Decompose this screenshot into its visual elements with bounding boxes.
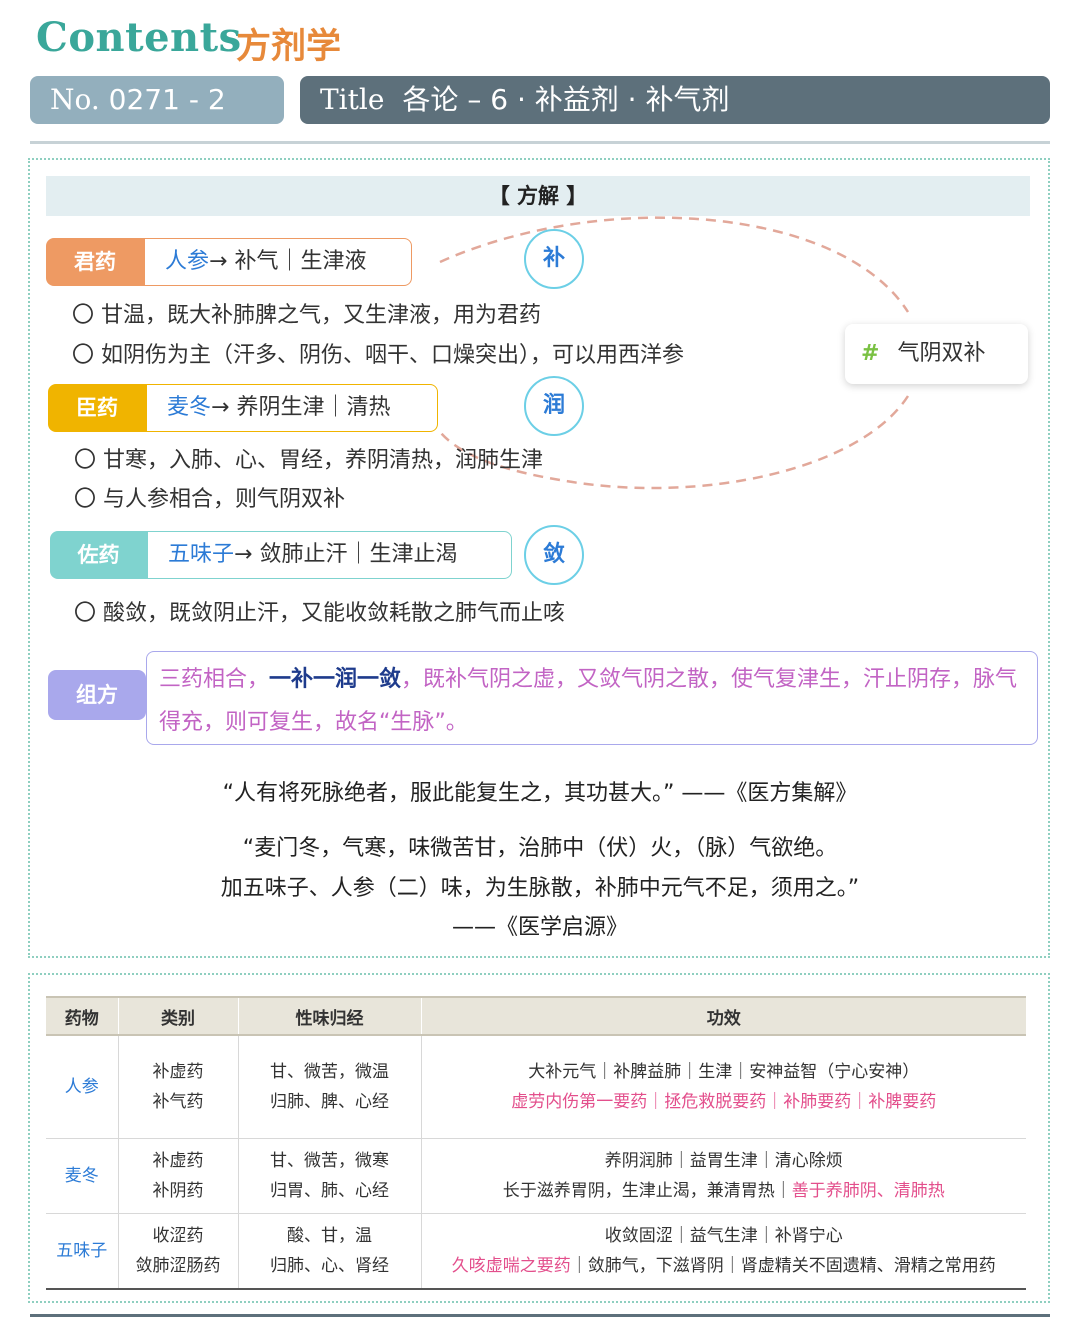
nature-line: 酸、甘，温 <box>287 1226 372 1246</box>
circle-lian: 敛 <box>524 525 584 585</box>
col-header-category: 类别 <box>118 996 239 1036</box>
quote-yixue-line2: 加五味子、人参（二）味，为生脉散，补肺中元气不足，须用之。” <box>220 876 860 901</box>
table-row: 五味子 收涩药敛肺涩肠药 酸、甘，温归肺、心、肾经 收敛固涩｜益气生津｜补肾宁心… <box>46 1213 1026 1290</box>
nature-cell: 酸、甘，温归肺、心、肾经 <box>238 1213 422 1290</box>
qi-yin-effect-box: # 气阴双补 <box>845 324 1028 384</box>
zuo-herb: 五味子 <box>168 542 235 567</box>
category-line: 补虚药 <box>152 1151 204 1171</box>
effect-line: 养阴润肺｜益胃生津｜清心除烦 <box>604 1151 843 1171</box>
circle-bu: 补 <box>524 229 584 289</box>
formula-tag: 组方 <box>48 670 146 720</box>
category-line: 补气药 <box>152 1092 204 1112</box>
category-cell: 补虚药 补气药 <box>118 1035 239 1139</box>
zuo-pill: 五味子→ 敛肺止汗｜生津止渴 <box>147 531 512 579</box>
chen-pill: 麦冬→ 养阴生津｜清热 <box>146 384 438 432</box>
jun-line-1: 〇 甘温，既大补肺脾之气，又生津液，用为君药 <box>72 303 541 328</box>
zuo-tag: 佐药 <box>50 531 147 579</box>
effect-rest: ｜敛肺气，下滋肾阴｜肾虚精关不固遗精、滑精之常用药 <box>570 1256 996 1276</box>
quote-yixue-line1: “麦门冬，气寒，味微苦甘，治肺中（伏）火，（脉）气欲绝。 <box>242 836 838 861</box>
quote-yixue-source: ——《医学启源》 <box>451 915 628 940</box>
effect-line: 长于滋养胃阴，生津止渴，兼清胃热｜善于养肺阴、清肺热 <box>423 1176 1026 1206</box>
effect-cell: 养阴润肺｜益胃生津｜清心除烦长于滋养胃阴，生津止渴，兼清胃热｜善于养肺阴、清肺热 <box>421 1138 1026 1214</box>
col-header-herb: 药物 <box>46 996 119 1036</box>
circle-run: 润 <box>524 376 584 436</box>
jun-line-2: 〇 如阴伤为主（汗多、阴伤、咽干、口燥突出），可以用西洋参 <box>72 343 684 368</box>
effect-highlight: 久咳虚喘之要药 <box>451 1256 571 1276</box>
formula-box: 三药相合，一补一润一敛，既补气阴之虚，又敛气阴之散，使气复津生，汗止阴存，脉气得… <box>146 651 1038 745</box>
zuo-effect: → 敛肺止汗｜生津止渴 <box>234 542 458 567</box>
nature-line: 甘、微苦，微温 <box>270 1062 389 1082</box>
herb-cell: 人参 <box>46 1035 119 1139</box>
nature-cell: 甘、微苦，微温 归肺、脾、心经 <box>238 1035 422 1139</box>
effect-highlight: 虚劳内伤第一要药｜拯危救脱要药｜补肺要药｜补脾要药 <box>511 1092 937 1112</box>
chen-line-2: 〇 与人参相合，则气阴双补 <box>74 487 345 512</box>
jun-tag: 君药 <box>46 238 144 286</box>
chen-line-1: 〇 甘寒，入肺、心、胃经，养阴清热，润肺生津 <box>74 448 543 473</box>
zuo-line-1: 〇 酸敛，既敛阴止汗，又能收敛耗散之肺气而止咳 <box>74 601 565 626</box>
effect-line: 收敛固涩｜益气生津｜补肾宁心 <box>604 1226 843 1246</box>
effect-rest: 长于滋养胃阴，生津止渴，兼清胃热｜ <box>502 1181 792 1201</box>
footer-divider <box>30 1314 1050 1317</box>
table-row: 麦冬 补虚药补阴药 甘、微苦，微寒 归胃、肺、心经 养阴润肺｜益胃生津｜清心除烦长… <box>46 1138 1026 1214</box>
nature-line: 归肺、脾、心经 <box>270 1092 389 1112</box>
col-header-effect: 功效 <box>421 996 1026 1036</box>
quote-yifang: “人有将死脉绝者，服此能复生之，其功甚大。” ——《医方集解》 <box>222 781 858 806</box>
herb-table: 药物 类别 性味归经 功效 人参 补虚药 补气药 甘、微苦，微温 归肺、脾、心经 大… <box>46 996 1026 1290</box>
category-cell: 收涩药 敛肺涩肠药 <box>118 1213 239 1290</box>
category-line: 补虚药 <box>152 1062 204 1082</box>
effect-highlight: 善于养肺阴、清肺热 <box>791 1181 945 1201</box>
nature-cell: 甘、微苦，微寒 归胃、肺、心经 <box>238 1138 422 1214</box>
herb-cell: 五味子 <box>46 1213 119 1290</box>
category-line: 收涩药 <box>152 1226 204 1246</box>
effect-box-text: 气阴双补 <box>897 341 986 366</box>
effect-line: 虚劳内伤第一要药｜拯危救脱要药｜补肺要药｜补脾要药 <box>423 1087 1026 1117</box>
jun-pill: 人参→ 补气｜生津液 <box>144 238 412 286</box>
table-row: 人参 补虚药补气药 甘、微苦，微温 归肺、脾、心经 大补元气｜补脾益肺｜生津｜安神… <box>46 1035 1026 1139</box>
chen-tag: 臣药 <box>48 384 146 432</box>
hash-icon: # <box>861 341 880 366</box>
nature-line: 归肺、心、肾经 <box>270 1256 389 1276</box>
nature-line: 甘、微苦，微寒 <box>270 1151 389 1171</box>
effect-cell: 收敛固涩｜益气生津｜补肾宁心久咳虚喘之要药｜敛肺气，下滋肾阴｜肾虚精关不固遗精、… <box>421 1213 1026 1290</box>
effect-line: 久咳虚喘之要药｜敛肺气，下滋肾阴｜肾虚精关不固遗精、滑精之常用药 <box>423 1251 1026 1281</box>
chen-herb: 麦冬 <box>167 395 212 420</box>
formula-text-1: 三药相合， <box>159 667 270 692</box>
category-cell: 补虚药 补阴药 <box>118 1138 239 1214</box>
herb-cell: 麦冬 <box>46 1138 119 1214</box>
category-line: 补阴药 <box>152 1181 204 1201</box>
effect-cell: 大补元气｜补脾益肺｜生津｜安神益智（宁心安神） 虚劳内伤第一要药｜拯危救脱要药｜补… <box>421 1035 1026 1139</box>
effect-line: 大补元气｜补脾益肺｜生津｜安神益智（宁心安神） <box>528 1062 920 1082</box>
col-header-nature: 性味归经 <box>238 996 422 1036</box>
category-line: 敛肺涩肠药 <box>135 1256 221 1276</box>
nature-line: 归胃、肺、心经 <box>270 1181 389 1201</box>
chen-effect: → 养阴生津｜清热 <box>211 395 391 420</box>
formula-text-bold: 一补一润一敛 <box>269 667 402 692</box>
jun-herb: 人参 <box>165 249 210 274</box>
jun-effect: → 补气｜生津液 <box>209 249 367 274</box>
